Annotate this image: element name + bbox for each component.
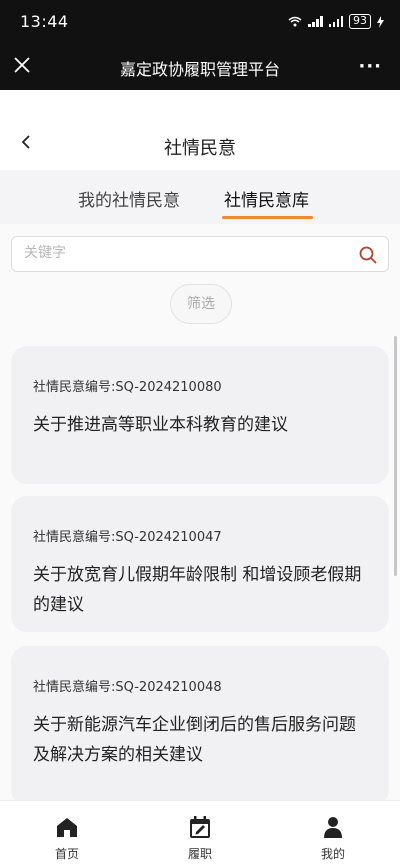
more-button[interactable]: ···	[358, 56, 382, 77]
battery-level: 93	[353, 14, 367, 27]
bottom-nav: 首页 履职 我的	[0, 800, 400, 864]
nav-label: 我的	[320, 847, 345, 861]
nav-item-mine[interactable]: 我的	[293, 815, 373, 862]
search-input[interactable]	[24, 245, 324, 261]
opinion-title: 关于推进高等职业本科教育的建议	[33, 415, 288, 435]
content-area: 筛选 社情民意编号:SQ-2024210080 关于推进高等职业本科教育的建议 …	[0, 224, 400, 806]
active-tab-indicator	[222, 216, 313, 219]
app-title: 嘉定政协履职管理平台	[119, 60, 280, 79]
opinion-number: 社情民意编号:SQ-2024210080	[33, 380, 222, 395]
wifi-icon	[288, 16, 302, 27]
tab-label: 社情民意库	[224, 191, 309, 211]
opinion-title: 关于放宽育儿假期年龄限制 和增设顾老假期的建议	[33, 565, 362, 615]
status-icons: 93	[288, 14, 384, 29]
list-item[interactable]: 社情民意编号:SQ-2024210047 关于放宽育儿假期年龄限制 和增设顾老假…	[11, 496, 389, 632]
nav-label: 首页	[54, 847, 79, 861]
tab-opinion-library[interactable]: 社情民意库	[222, 186, 313, 219]
list-item[interactable]: 社情民意编号:SQ-2024210048 关于新能源汽车企业倒闭后的售后服务问题…	[11, 646, 389, 806]
search-box	[11, 236, 389, 272]
signal-icon	[328, 16, 343, 27]
app-bar: 嘉定政协履职管理平台 ···	[0, 44, 400, 90]
charging-icon	[377, 15, 384, 28]
filter-button[interactable]: 筛选	[170, 284, 232, 324]
tab-bar: 我的社情民意 社情民意库	[0, 170, 400, 224]
calendar-icon	[190, 816, 210, 838]
nav-item-home[interactable]: 首页	[27, 815, 107, 862]
opinion-number: 社情民意编号:SQ-2024210048	[33, 680, 222, 695]
status-bar: 13:44 93	[0, 0, 400, 44]
tab-label: 我的社情民意	[78, 191, 180, 211]
nav-label: 履职	[187, 847, 212, 861]
scrollbar[interactable]	[394, 336, 397, 576]
tab-my-opinions[interactable]: 我的社情民意	[78, 186, 180, 211]
user-icon	[324, 817, 342, 838]
opinion-title: 关于新能源汽车企业倒闭后的售后服务问题及解决方案的相关建议	[33, 715, 356, 765]
signal-icon	[308, 16, 323, 27]
status-time: 13:44	[20, 12, 69, 31]
home-icon	[57, 818, 77, 837]
list-item[interactable]: 社情民意编号:SQ-2024210080 关于推进高等职业本科教育的建议	[11, 346, 389, 484]
battery-icon: 93	[349, 14, 371, 29]
opinion-number: 社情民意编号:SQ-2024210047	[33, 530, 222, 545]
page-title: 社情民意	[164, 138, 236, 159]
nav-item-duties[interactable]: 履职	[160, 815, 240, 862]
search-icon[interactable]	[358, 245, 378, 265]
page-header: 社情民意	[0, 90, 400, 170]
